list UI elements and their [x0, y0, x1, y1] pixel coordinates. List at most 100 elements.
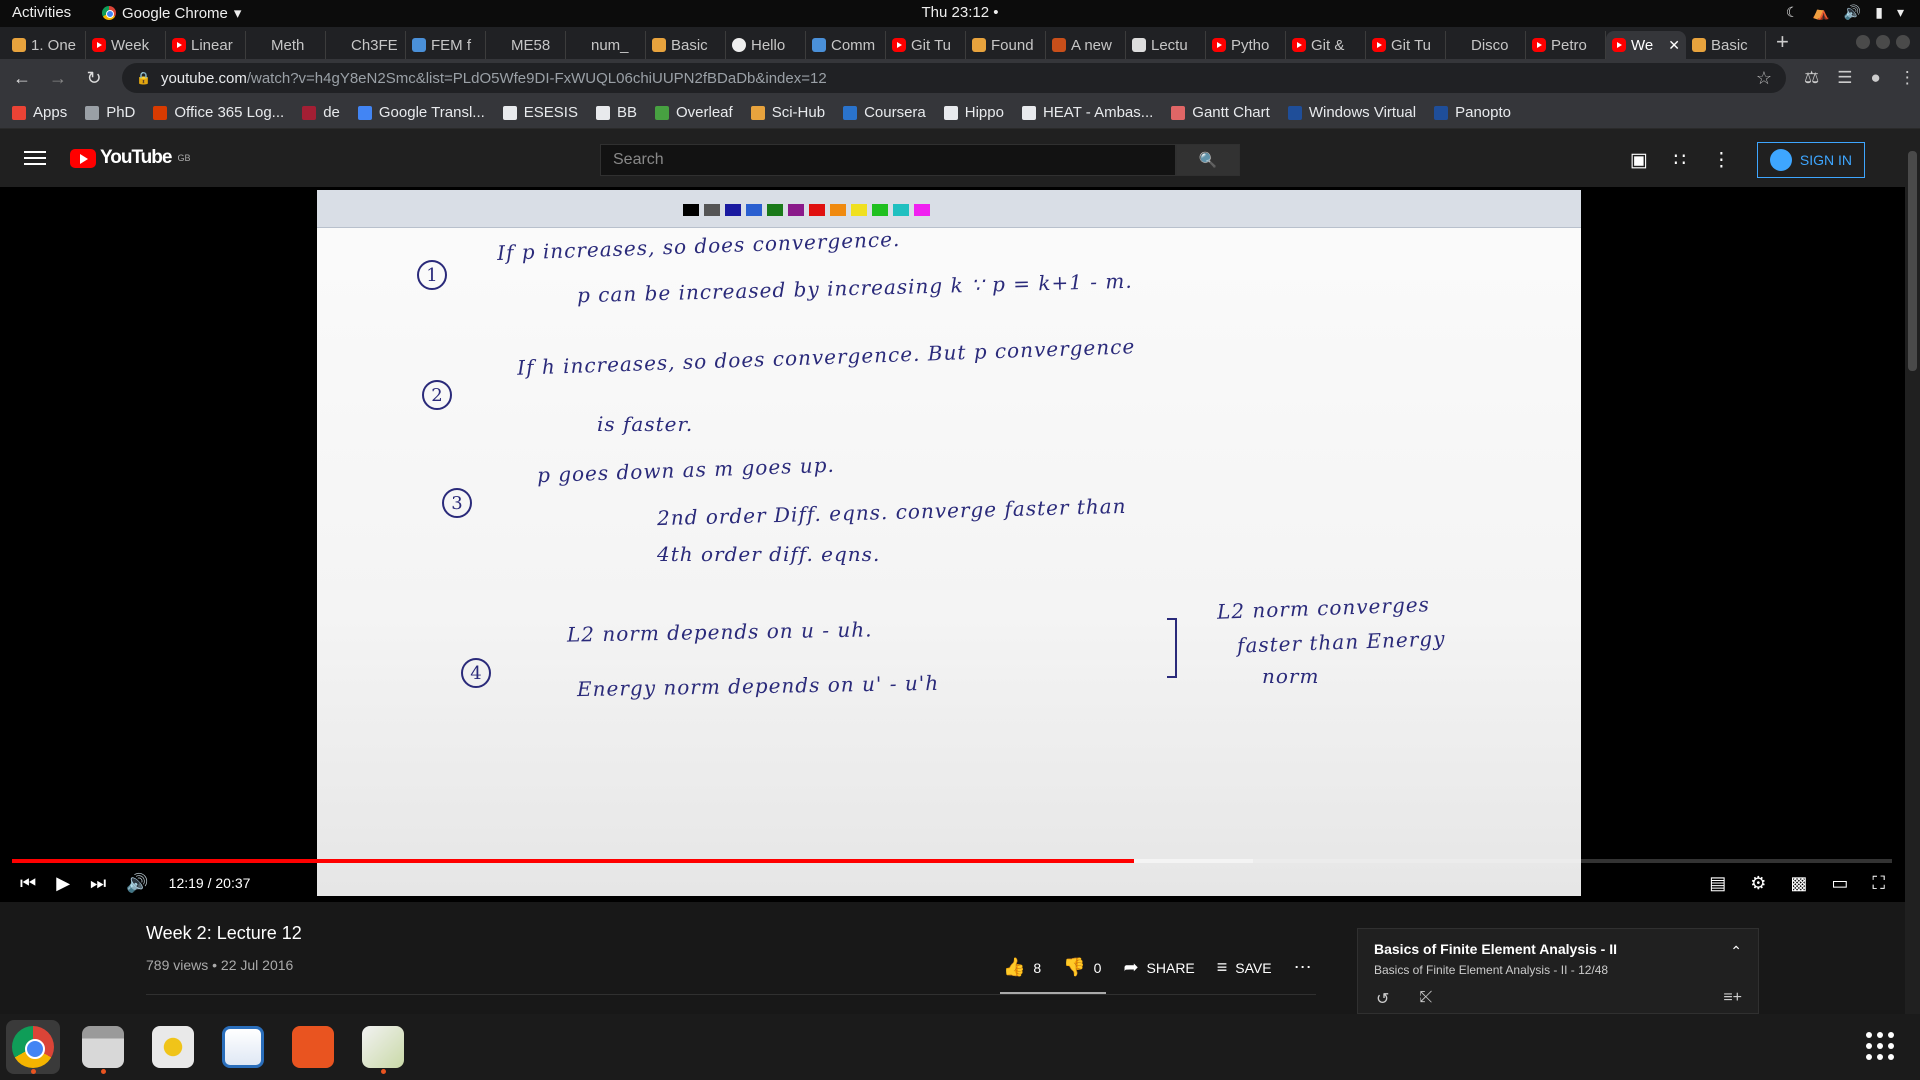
bookmark-item[interactable]: Apps [12, 104, 67, 121]
dock-software[interactable] [286, 1020, 340, 1074]
profile-icon[interactable]: ● [1871, 68, 1881, 88]
browser-tab[interactable]: Hello [726, 31, 806, 59]
bookmark-item[interactable]: Overleaf [655, 104, 733, 121]
browser-tab[interactable]: We ✕ [1606, 31, 1686, 59]
close-tab-icon[interactable]: ✕ [1668, 37, 1680, 54]
browser-tab[interactable]: A new [1046, 31, 1126, 59]
browser-tab[interactable]: Ch3FE [326, 31, 406, 59]
browser-tab[interactable]: Comm [806, 31, 886, 59]
bookmark-item[interactable]: PhD [85, 104, 135, 121]
bookmark-item[interactable]: BB [595, 104, 637, 121]
subtitles-icon[interactable]: ▤ [1709, 873, 1726, 894]
dislike-button[interactable]: 👎 0 [1063, 957, 1101, 978]
video-frame[interactable]: 1 If p increases, so does convergence. p… [317, 190, 1581, 896]
browser-tab[interactable]: Meth [246, 31, 326, 59]
bookmark-label: HEAT - Ambas... [1042, 104, 1154, 121]
youtube-icon [1212, 38, 1226, 52]
reload-icon[interactable]: ↻ [80, 68, 108, 89]
hamburger-menu-icon[interactable] [24, 151, 46, 165]
playlist-save-icon[interactable]: ≡+ [1723, 989, 1742, 1007]
save-button[interactable]: ≡ SAVE [1217, 957, 1272, 978]
browser-tab[interactable]: Git Tu [886, 31, 966, 59]
fullscreen-icon[interactable]: ⛶ [1872, 873, 1885, 894]
show-applications-icon[interactable] [1866, 1032, 1894, 1060]
browser-tab[interactable]: Pytho [1206, 31, 1286, 59]
extensions-icon[interactable]: ⚖ [1804, 68, 1819, 88]
previous-icon[interactable]: ⏮ [20, 873, 36, 894]
miniplayer-icon[interactable]: ▩ [1790, 873, 1807, 894]
volume-icon: 🔊 [1843, 4, 1862, 20]
settings-menu-icon[interactable]: ⋮ [1712, 149, 1731, 172]
playlist-channel[interactable]: Basics of Finite Element Analysis - II [1374, 963, 1567, 977]
dock-writer[interactable] [216, 1020, 270, 1074]
playlist-title[interactable]: Basics of Finite Element Analysis - II [1374, 941, 1617, 957]
apps-grid-icon[interactable]: ∷ [1674, 149, 1686, 172]
book-icon [12, 38, 26, 52]
sign-in-button[interactable]: SIGN IN [1756, 142, 1865, 178]
more-actions-button[interactable]: ⋯ [1294, 957, 1312, 978]
volume-icon[interactable]: 🔊 [126, 873, 148, 894]
dock-certificate-viewer[interactable] [356, 1020, 410, 1074]
bookmark-item[interactable]: Gantt Chart [1171, 104, 1270, 121]
bookmark-item[interactable]: Windows Virtual [1287, 104, 1416, 121]
bookmark-item[interactable]: Panopto [1434, 104, 1511, 121]
tab-label: Comm [831, 36, 876, 54]
like-button[interactable]: 👍 8 [1003, 957, 1041, 978]
address-bar[interactable]: 🔒 youtube.com/watch?v=h4gY8eN2Smc&list=P… [122, 63, 1786, 93]
loop-icon[interactable]: ↺ [1376, 989, 1389, 1009]
search-input[interactable]: Search [600, 144, 1176, 176]
close-window-icon[interactable] [1896, 35, 1910, 49]
browser-tab[interactable]: FEM f [406, 31, 486, 59]
bookmark-item[interactable]: HEAT - Ambas... [1021, 104, 1154, 121]
system-tray[interactable]: ☾ ⛺ 🔊 ▮ ▾ [1786, 4, 1904, 21]
media-controls-icon[interactable]: ☰ [1837, 68, 1852, 88]
new-tab-icon[interactable]: + [1776, 29, 1789, 59]
bookmark-item[interactable]: ESESIS [502, 104, 578, 121]
play-icon[interactable]: ▶ [56, 873, 70, 894]
page-scrollbar[interactable] [1905, 129, 1920, 1014]
chevron-up-icon[interactable]: ⌃ [1730, 943, 1742, 960]
clock[interactable]: Thu 23:12 • [0, 4, 1920, 21]
dock-chrome[interactable] [6, 1020, 60, 1074]
bookmark-item[interactable]: de [302, 104, 340, 121]
blank-icon [492, 38, 506, 52]
bookmark-item[interactable]: Coursera [843, 104, 926, 121]
video-player[interactable]: 1 If p increases, so does convergence. p… [0, 187, 1905, 902]
next-icon[interactable]: ⏭ [90, 873, 106, 894]
bookmark-item[interactable]: Office 365 Log... [153, 104, 284, 121]
minimize-icon[interactable] [1856, 35, 1870, 49]
theater-mode-icon[interactable]: ▭ [1831, 873, 1848, 894]
browser-tab[interactable]: Basic [1686, 31, 1766, 59]
browser-tab[interactable]: Disco [1446, 31, 1526, 59]
share-button[interactable]: ➦ SHARE [1123, 957, 1194, 978]
forward-arrow-icon[interactable]: → [44, 68, 72, 89]
browser-tab[interactable]: Linear [166, 31, 246, 59]
dock-rhythmbox[interactable] [146, 1020, 200, 1074]
bookmark-star-icon[interactable]: ☆ [1756, 68, 1772, 89]
browser-tab[interactable]: Found [966, 31, 1046, 59]
scrollbar-thumb[interactable] [1908, 151, 1917, 371]
progress-bar[interactable] [12, 859, 1892, 863]
search-button[interactable]: 🔍 [1176, 144, 1240, 176]
browser-tab[interactable]: Git & [1286, 31, 1366, 59]
maximize-icon[interactable] [1876, 35, 1890, 49]
settings-gear-icon[interactable]: ⚙ [1750, 873, 1766, 894]
browser-tab[interactable]: Git Tu [1366, 31, 1446, 59]
browser-tab[interactable]: num_ [566, 31, 646, 59]
browser-tab[interactable]: Week [86, 31, 166, 59]
dock-files[interactable] [76, 1020, 130, 1074]
browser-tab[interactable]: Petro [1526, 31, 1606, 59]
hippo-icon [943, 105, 958, 120]
chrome-menu-icon[interactable]: ⋮ [1899, 68, 1916, 88]
browser-tab[interactable]: Lectu [1126, 31, 1206, 59]
browser-tab[interactable]: 1. One [6, 31, 86, 59]
youtube-logo[interactable]: YouTube GB [70, 147, 190, 169]
create-video-icon[interactable]: ▣ [1630, 149, 1648, 172]
bookmark-item[interactable]: Google Transl... [357, 104, 485, 121]
back-arrow-icon[interactable]: ← [8, 68, 36, 89]
shuffle-icon[interactable]: ⤪ [1419, 989, 1432, 1009]
bookmark-item[interactable]: Sci-Hub [750, 104, 825, 121]
bookmark-item[interactable]: Hippo [943, 104, 1004, 121]
browser-tab[interactable]: ME58 [486, 31, 566, 59]
browser-tab[interactable]: Basic [646, 31, 726, 59]
